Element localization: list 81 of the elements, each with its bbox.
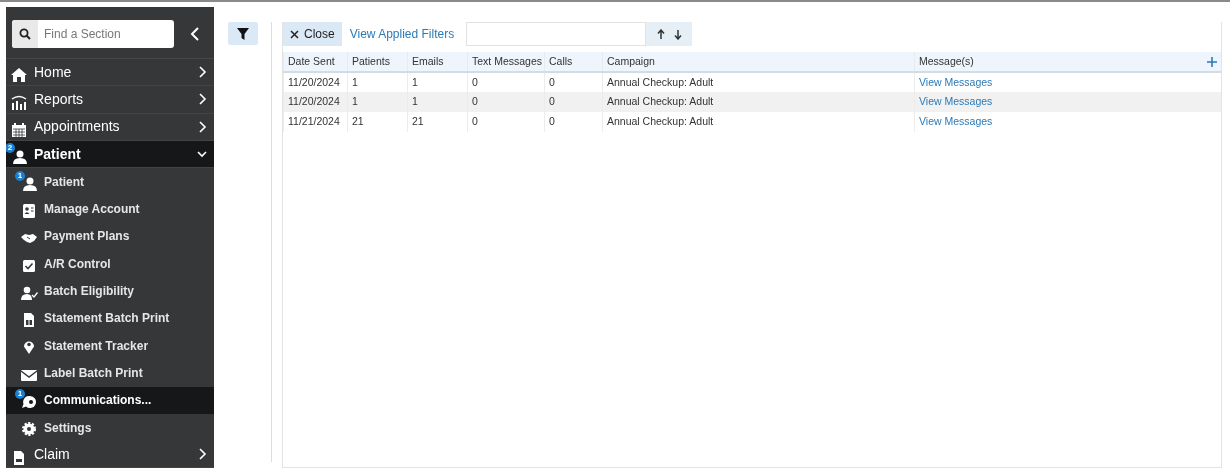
sidebar-section[interactable]: Home (6, 59, 214, 87)
checkbox-icon (20, 257, 38, 274)
count-badge: 1 (15, 389, 25, 400)
filter-icon (237, 27, 249, 40)
table-cell: 11/21/2024 (283, 112, 348, 132)
sidebar-item[interactable]: 1 Patient (6, 168, 214, 196)
table-cell: 21 (347, 112, 408, 132)
sidebar-section[interactable]: 2 Patient (6, 140, 214, 169)
item-label: Statement Tracker (44, 337, 149, 355)
item-label: Patient (44, 173, 84, 191)
sidebar-item[interactable]: Settings (6, 413, 214, 442)
column-header[interactable]: Calls (544, 52, 603, 72)
section-label: Patient (34, 144, 81, 164)
sidebar-item[interactable]: Statement Tracker (6, 331, 214, 360)
home-icon (10, 67, 28, 84)
chevron-right-icon (196, 448, 208, 461)
table-cell: 0 (544, 92, 603, 112)
view-messages-link[interactable]: View Messages (919, 95, 993, 108)
search-field[interactable]: Find a Section (12, 20, 174, 48)
table-cell: 0 (467, 112, 545, 132)
section-label: Appointments (34, 117, 120, 137)
close-icon (290, 30, 299, 40)
sidebar-item[interactable]: Statement Batch Print (6, 304, 214, 332)
item-label: Label Batch Print (44, 364, 143, 382)
chevron-right-icon (196, 120, 208, 133)
item-label: Payment Plans (44, 228, 130, 246)
sidebar-item[interactable]: A/R Control (6, 250, 214, 278)
chart-icon (10, 94, 28, 111)
item-label: A/R Control (44, 255, 111, 273)
column-header[interactable]: Campaign (602, 52, 915, 72)
settings-icon (20, 421, 38, 438)
arrow-up-icon[interactable] (656, 28, 665, 40)
arrow-down-icon[interactable] (673, 28, 682, 40)
count-badge: 2 (6, 143, 15, 154)
sidebar-section[interactable]: Claim (6, 441, 214, 468)
chat-icon (20, 394, 38, 411)
table-cell: Annual Checkup: Adult (602, 112, 915, 132)
chevron-right-icon (196, 66, 208, 79)
sidebar-item[interactable]: Manage Account (6, 195, 214, 223)
calendar-icon (10, 122, 28, 139)
sidebar-section[interactable]: Appointments (6, 113, 214, 141)
applied-filters-link[interactable]: View Applied Filters (341, 25, 467, 43)
sidebar-item[interactable]: Batch Eligibility (6, 277, 214, 305)
view-messages-link[interactable]: View Messages (919, 115, 993, 128)
contact-card-icon (20, 202, 38, 219)
count-badge: 1 (15, 170, 25, 181)
sidebar-section[interactable]: Reports (6, 86, 214, 114)
item-label: Batch Eligibility (44, 283, 134, 300)
add-icon[interactable] (1207, 56, 1217, 67)
item-label: Statement Batch Print (44, 310, 170, 328)
item-label: Manage Account (44, 201, 140, 219)
grid-search-field[interactable] (466, 22, 647, 46)
person-icon (10, 149, 28, 166)
table-cell: 1 (407, 92, 468, 112)
table-cell: 11/20/2024 (283, 92, 348, 112)
column-header[interactable]: Emails (407, 52, 468, 72)
view-messages-link[interactable]: View Messages (919, 75, 993, 88)
filter-button[interactable] (228, 22, 258, 45)
close-button[interactable]: Close (283, 22, 342, 46)
section-label: Reports (34, 89, 84, 109)
section-label: Claim (34, 444, 70, 464)
column-header-label: Message(s) (919, 53, 974, 69)
table-cell: 21 (407, 112, 468, 132)
sidebar-item[interactable]: 1 Communications... (6, 386, 214, 414)
item-label: Settings (44, 419, 92, 437)
collapse-icon[interactable] (190, 27, 200, 41)
item-label: Communications... (44, 392, 152, 410)
table-cell: Annual Checkup: Adult (602, 92, 915, 112)
person-icon (20, 175, 38, 192)
table-cell: 0 (467, 92, 545, 112)
section-label: Home (34, 62, 72, 82)
table-cell: 1 (347, 92, 408, 112)
chevron-right-icon (196, 93, 208, 106)
sidebar-item[interactable]: Payment Plans (6, 222, 214, 251)
table-cell: 0 (544, 112, 603, 132)
sidebar-item[interactable]: Label Batch Print (6, 359, 214, 387)
column-header[interactable]: Date Sent (283, 52, 348, 72)
person-check-icon (20, 284, 38, 301)
search-icon (19, 28, 31, 40)
column-header[interactable]: Text Messages (467, 52, 545, 72)
column-header[interactable]: Patients (347, 52, 408, 72)
